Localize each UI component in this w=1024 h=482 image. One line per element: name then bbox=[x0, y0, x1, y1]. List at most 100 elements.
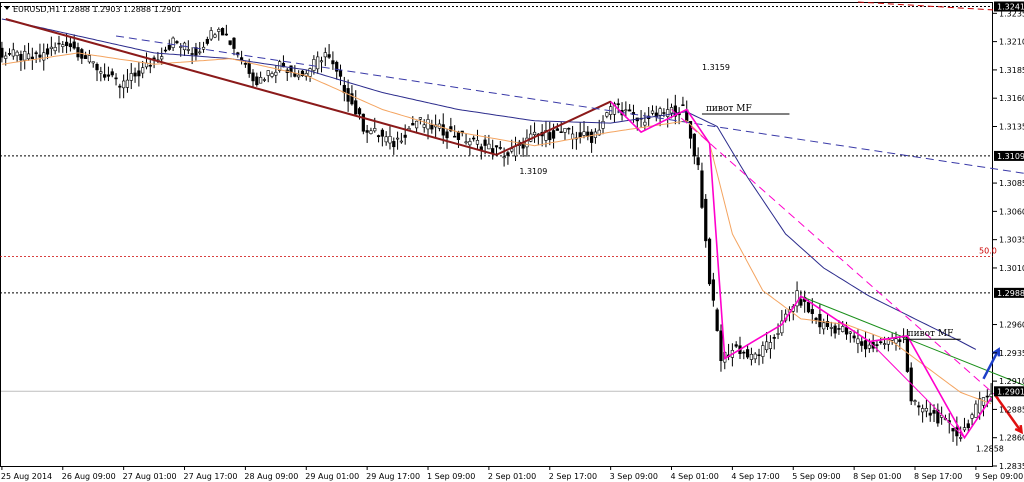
candle-body bbox=[445, 131, 449, 139]
price-chart[interactable]: 50.0 пивот MFпивот MF1.31591.31091.2858 … bbox=[0, 0, 1024, 482]
time-tick-label: 2 Sep 01:00 bbox=[488, 472, 536, 481]
candle-body bbox=[125, 79, 130, 88]
candle-body bbox=[472, 137, 476, 140]
ma-fast-line bbox=[1, 52, 992, 405]
candle-body bbox=[970, 414, 974, 419]
candle-body bbox=[179, 46, 183, 48]
level-1.2988-badge-label: 1.2988 bbox=[997, 289, 1024, 298]
candle-body bbox=[711, 279, 715, 301]
candle-body bbox=[494, 145, 499, 148]
candle-body bbox=[422, 124, 426, 128]
symbol-label: EURUSD,H1 bbox=[13, 5, 60, 14]
price-tick-label: 1.2935 bbox=[999, 349, 1024, 358]
candle-body bbox=[921, 408, 925, 413]
time-tick-label: 4 Sep 17:00 bbox=[731, 472, 779, 481]
time-tick-label: 29 Aug 01:00 bbox=[305, 472, 359, 481]
candle-body bbox=[985, 395, 989, 398]
price-tick-label: 1.3035 bbox=[999, 236, 1024, 245]
price-tick-label: 1.2860 bbox=[999, 434, 1024, 443]
candle-body bbox=[464, 141, 468, 144]
candle-body bbox=[658, 108, 662, 116]
candle-body bbox=[841, 326, 845, 332]
candle-body bbox=[175, 41, 179, 44]
candle-body bbox=[122, 80, 126, 89]
candle-body bbox=[879, 341, 883, 344]
candle-body bbox=[57, 42, 61, 45]
time-tick-label: 27 Aug 01:00 bbox=[123, 472, 177, 481]
candle-body bbox=[201, 46, 206, 50]
candle-body bbox=[338, 70, 343, 77]
price-tick-label: 1.3010 bbox=[999, 264, 1024, 273]
candle-body bbox=[114, 77, 118, 80]
candle-body bbox=[247, 62, 251, 74]
price-tick-label: 1.3210 bbox=[999, 38, 1024, 47]
candle-body bbox=[483, 139, 487, 146]
candle-body bbox=[331, 60, 335, 65]
candle-body bbox=[137, 70, 141, 77]
price-tick-label: 1.2960 bbox=[999, 321, 1024, 330]
candle-body bbox=[662, 112, 666, 114]
price-tick-label: 1.3060 bbox=[999, 207, 1024, 216]
candle-body bbox=[384, 136, 388, 143]
candle-body bbox=[316, 56, 320, 70]
candle-body bbox=[951, 428, 955, 432]
chart-menu-icon[interactable] bbox=[4, 6, 10, 10]
candle-body bbox=[563, 128, 567, 133]
price-label-0: 1.3159 bbox=[702, 63, 730, 72]
candle-body bbox=[259, 77, 263, 84]
time-tick-label: 2 Sep 17:00 bbox=[549, 472, 597, 481]
candle-body bbox=[220, 28, 225, 36]
time-tick-label: 26 Aug 09:00 bbox=[62, 472, 116, 481]
annotations: пивот MF пивот MF 1.3159 1.3109 1.2858 bbox=[519, 63, 1024, 453]
candle-body bbox=[198, 51, 202, 54]
trendlines[interactable] bbox=[5, 1, 1024, 439]
time-tick-label: 3 Sep 09:00 bbox=[610, 472, 658, 481]
red-dashed-topline bbox=[857, 1, 994, 11]
candle-body bbox=[749, 354, 754, 360]
candle-body bbox=[23, 50, 27, 61]
candle-body bbox=[822, 322, 826, 330]
candles bbox=[0, 24, 993, 446]
candle-body bbox=[30, 56, 34, 59]
candle-body bbox=[582, 131, 586, 136]
candle-body bbox=[64, 41, 69, 47]
candle-body bbox=[772, 337, 776, 339]
candle-body bbox=[917, 405, 921, 408]
candle-body bbox=[53, 47, 57, 52]
candle-body bbox=[228, 40, 232, 45]
candle-body bbox=[110, 71, 114, 76]
candle-body bbox=[274, 71, 278, 76]
chart-header: EURUSD,H1 1.2888 1.2903 1.2888 1.2901 bbox=[4, 5, 182, 14]
time-tick-label: 5 Sep 09:00 bbox=[792, 472, 840, 481]
candle-body bbox=[882, 343, 887, 345]
candle-body bbox=[167, 45, 171, 50]
candle-body bbox=[426, 119, 430, 130]
candle-body bbox=[742, 351, 746, 354]
candle-body bbox=[45, 48, 50, 55]
candle-body bbox=[551, 130, 556, 139]
candle-body bbox=[468, 141, 472, 146]
candle-body bbox=[87, 55, 92, 63]
candle-body bbox=[765, 341, 769, 351]
candle-body bbox=[898, 339, 902, 342]
candle-body bbox=[224, 33, 228, 36]
candle-body bbox=[932, 410, 936, 414]
candle-body bbox=[962, 427, 967, 431]
level-1.2901-badge-label: 1.2901 bbox=[997, 387, 1024, 396]
candle-body bbox=[312, 59, 316, 71]
candle-body bbox=[255, 76, 259, 86]
candle-body bbox=[403, 134, 407, 138]
candle-body bbox=[628, 109, 632, 112]
candle-body bbox=[894, 338, 898, 344]
candle-body bbox=[829, 327, 833, 329]
candle-body bbox=[42, 52, 46, 61]
pivot-mf-label-0: пивот MF bbox=[706, 104, 752, 114]
candle-body bbox=[810, 309, 814, 314]
candle-body bbox=[270, 73, 274, 77]
candle-body bbox=[68, 43, 72, 48]
candle-body bbox=[852, 335, 856, 339]
candle-body bbox=[209, 30, 213, 40]
candle-body bbox=[719, 330, 723, 361]
pivot-mf-label-1: пивот MF bbox=[908, 329, 954, 339]
candle-body bbox=[129, 73, 133, 81]
